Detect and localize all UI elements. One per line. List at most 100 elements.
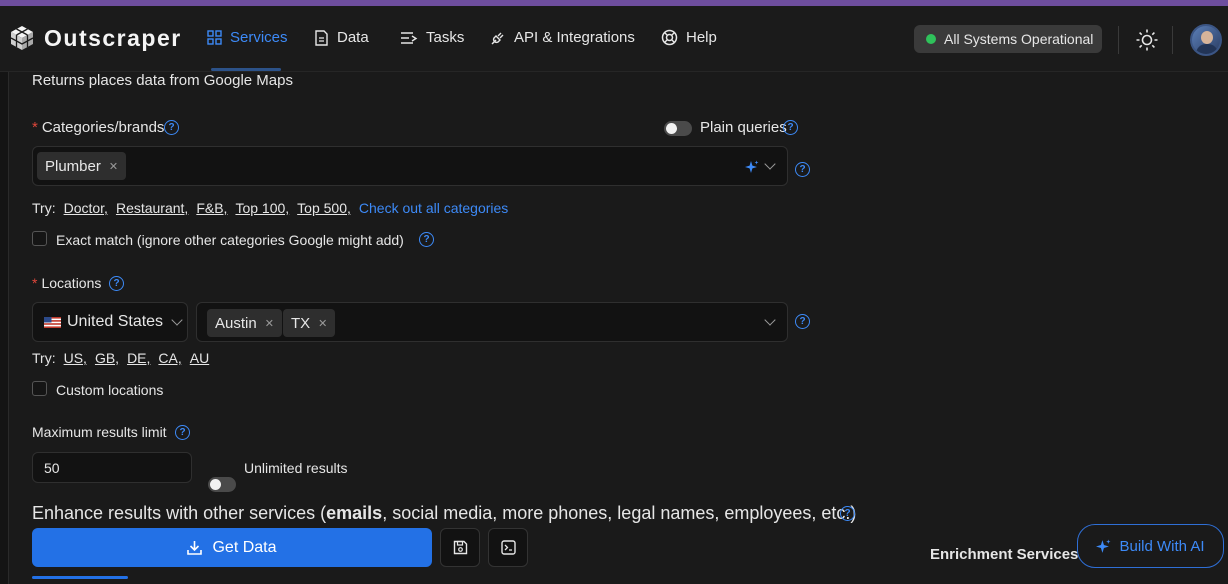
plug-icon xyxy=(491,32,504,45)
enhance-suffix: , social media, more phones, legal names… xyxy=(382,503,857,523)
service-description: Returns places data from Google Maps xyxy=(32,72,293,89)
progress-indicator xyxy=(32,576,128,579)
custom-locations-checkbox[interactable] xyxy=(32,381,47,396)
try-link-au[interactable]: AU xyxy=(190,350,209,366)
location-tag-label: Austin xyxy=(215,314,257,332)
status-dot-icon xyxy=(926,34,936,44)
try-link-top500[interactable]: Top 500, xyxy=(297,200,351,216)
categories-label: Categories/brands xyxy=(41,119,165,136)
build-with-ai-button[interactable]: Build With AI xyxy=(1077,524,1224,568)
try-label: Try: xyxy=(32,200,56,216)
system-status-text: All Systems Operational xyxy=(944,31,1094,47)
chevron-down-icon[interactable] xyxy=(764,158,776,170)
country-select[interactable]: United States xyxy=(32,302,188,342)
try-link-us[interactable]: US, xyxy=(64,350,87,366)
chevron-down-icon xyxy=(171,314,183,326)
try-link-ca[interactable]: CA, xyxy=(158,350,181,366)
api-request-button[interactable] xyxy=(488,528,528,567)
results-limit-value: 50 xyxy=(44,459,60,476)
ai-sparkle-icon xyxy=(1096,539,1111,553)
required-marker: * xyxy=(32,119,38,136)
save-icon xyxy=(453,540,467,555)
user-avatar[interactable] xyxy=(1190,24,1222,56)
country-value: United States xyxy=(67,313,164,330)
nav-data[interactable]: Data xyxy=(314,29,369,46)
results-limit-input[interactable]: 50 xyxy=(32,452,192,483)
try-label: Try: xyxy=(32,350,56,366)
remove-tag-icon[interactable]: ✕ xyxy=(318,317,327,330)
nav-api-integrations[interactable]: API & Integrations xyxy=(490,29,635,46)
location-tag-austin[interactable]: Austin ✕ xyxy=(207,309,282,337)
top-navbar: Outscraper Services Data Tasks API & Int… xyxy=(0,6,1228,72)
nav-services[interactable]: Services xyxy=(207,29,288,46)
enhance-bold: emails xyxy=(326,503,383,523)
avatar-head xyxy=(1201,31,1213,44)
system-status-badge[interactable]: All Systems Operational xyxy=(914,25,1102,53)
save-template-button[interactable] xyxy=(440,528,480,567)
locations-label-row: * Locations xyxy=(32,275,101,291)
custom-locations-label: Custom locations xyxy=(56,382,164,398)
nav-tasks-label: Tasks xyxy=(426,29,465,46)
remove-tag-icon[interactable]: ✕ xyxy=(265,317,274,330)
enhance-prefix: Enhance results with other services ( xyxy=(32,503,327,523)
cube-logo-icon xyxy=(10,26,34,50)
categories-help-icon[interactable]: ? xyxy=(164,120,179,135)
category-tag-plumber[interactable]: Plumber ✕ xyxy=(37,152,127,180)
app-name: Outscraper xyxy=(44,24,182,51)
nav-help-label: Help xyxy=(686,29,717,46)
grid-icon xyxy=(207,30,222,45)
nav-active-indicator xyxy=(211,68,281,71)
required-marker: * xyxy=(32,275,38,291)
exact-match-checkbox[interactable] xyxy=(32,231,47,246)
categories-try-row: Try: Doctor, Restaurant, F&B, Top 100, T… xyxy=(32,200,508,216)
build-with-ai-label: Build With AI xyxy=(1119,537,1205,555)
locations-help-icon[interactable]: ? xyxy=(109,276,124,291)
exact-match-label: Exact match (ignore other categories Goo… xyxy=(56,232,404,248)
nav-api-label: API & Integrations xyxy=(514,29,635,46)
categories-input-help-icon[interactable]: ? xyxy=(795,162,810,177)
plain-queries-toggle[interactable] xyxy=(664,121,692,136)
categories-label-row: * Categories/brands xyxy=(32,119,164,136)
theme-toggle-sun-icon[interactable] xyxy=(1135,28,1159,52)
list-icon xyxy=(401,31,418,44)
try-link-de[interactable]: DE, xyxy=(127,350,150,366)
unlimited-results-toggle[interactable] xyxy=(208,477,236,492)
category-tag-label: Plumber xyxy=(45,157,101,175)
try-link-restaurant[interactable]: Restaurant, xyxy=(116,200,188,216)
location-tag-label: TX xyxy=(291,314,311,332)
nav-help[interactable]: Help xyxy=(661,29,717,46)
plain-queries-help-icon[interactable]: ? xyxy=(783,120,798,135)
download-icon xyxy=(187,541,203,555)
get-data-button[interactable]: Get Data xyxy=(32,528,432,567)
location-tag-tx[interactable]: TX ✕ xyxy=(283,309,336,337)
try-link-fb[interactable]: F&B, xyxy=(196,200,227,216)
locations-input-help-icon[interactable]: ? xyxy=(795,314,810,329)
enrichment-services-label: Enrichment Services: xyxy=(930,546,1084,563)
remove-tag-icon[interactable]: ✕ xyxy=(109,160,118,173)
locations-try-row: Try: US, GB, DE, CA, AU xyxy=(32,350,217,366)
try-link-doctor[interactable]: Doctor, xyxy=(64,200,108,216)
navbar-divider xyxy=(1118,26,1119,54)
plain-queries-label: Plain queries xyxy=(700,119,787,136)
document-icon xyxy=(315,29,328,46)
us-flag-icon xyxy=(44,316,61,328)
logo[interactable]: Outscraper xyxy=(8,24,182,52)
try-link-gb[interactable]: GB, xyxy=(95,350,119,366)
chevron-down-icon[interactable] xyxy=(764,314,776,326)
categories-select[interactable]: Plumber ✕ xyxy=(32,146,788,186)
all-categories-link[interactable]: Check out all categories xyxy=(359,200,508,216)
unlimited-results-label: Unlimited results xyxy=(244,460,348,476)
navbar-divider-2 xyxy=(1172,26,1173,54)
exact-match-help-icon[interactable]: ? xyxy=(419,232,434,247)
get-data-label: Get Data xyxy=(212,538,277,556)
terminal-icon xyxy=(500,540,516,555)
nav-services-label: Services xyxy=(230,29,288,46)
results-limit-label: Maximum results limit xyxy=(32,424,167,440)
ai-sparkle-icon[interactable] xyxy=(745,160,759,174)
enhance-help-icon[interactable]: ? xyxy=(840,506,855,521)
enhance-heading: Enhance results with other services (ema… xyxy=(32,503,856,524)
nav-tasks[interactable]: Tasks xyxy=(400,29,464,46)
locations-select[interactable]: Austin ✕ TX ✕ xyxy=(196,302,788,342)
try-link-top100[interactable]: Top 100, xyxy=(235,200,289,216)
results-limit-help-icon[interactable]: ? xyxy=(175,425,190,440)
